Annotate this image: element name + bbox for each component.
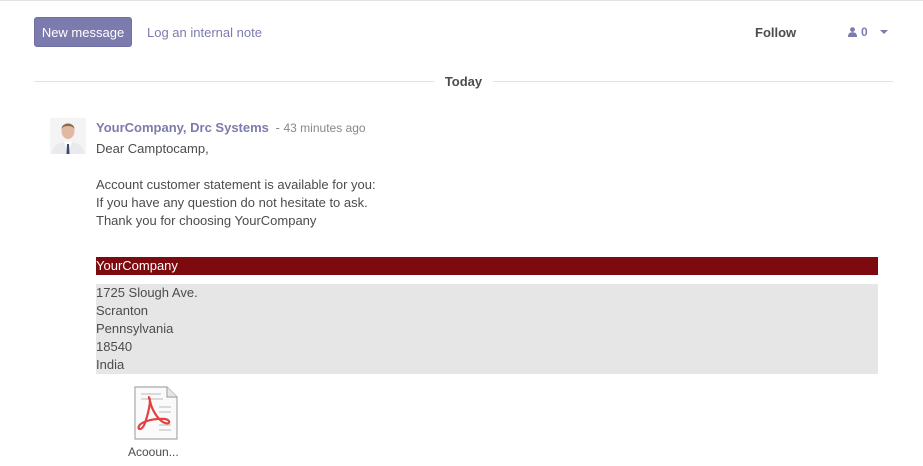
chevron-down-icon <box>879 30 888 34</box>
message-line: Account customer statement is available … <box>96 177 376 192</box>
address-line: Scranton <box>96 303 149 318</box>
follow-button[interactable]: Follow <box>755 25 796 40</box>
followers-count: 0 <box>861 25 868 39</box>
address-line: 1725 Slough Ave. <box>96 285 198 300</box>
address-line: Pennsylvania <box>96 321 174 336</box>
address-line: India <box>96 357 125 372</box>
person-avatar-icon <box>50 118 86 154</box>
log-note-link[interactable]: Log an internal note <box>147 25 262 40</box>
message-author[interactable]: YourCompany, Drc Systems <box>96 120 269 135</box>
address-line: 18540 <box>96 339 133 354</box>
message-date: 43 minutes ago <box>283 121 366 135</box>
new-message-button[interactable]: New message <box>34 17 132 47</box>
message-header: YourCompany, Drc Systems - 43 minutes ag… <box>96 120 366 135</box>
company-name-banner: YourCompany <box>96 257 878 275</box>
followers-dropdown[interactable]: 0 <box>848 25 888 39</box>
company-address-block: 1725 Slough Ave. Scranton Pennsylvania 1… <box>96 284 878 374</box>
date-divider-label: Today <box>444 74 483 89</box>
chatter-topbar: New message Log an internal note Follow … <box>0 1 923 61</box>
message-greeting: Dear Camptocamp, <box>96 141 209 156</box>
user-icon <box>848 27 857 37</box>
message-line: If you have any question do not hesitate… <box>96 195 368 210</box>
chatter-panel: New message Log an internal note Follow … <box>0 0 923 466</box>
attachment-name[interactable]: Acooun... <box>128 445 188 459</box>
pdf-file-icon <box>134 386 178 440</box>
message-line: Thank you for choosing YourCompany <box>96 213 317 228</box>
avatar[interactable] <box>50 118 86 154</box>
divider-line-left <box>34 81 434 82</box>
divider-line-right <box>493 81 893 82</box>
header-separator: - <box>275 120 280 135</box>
